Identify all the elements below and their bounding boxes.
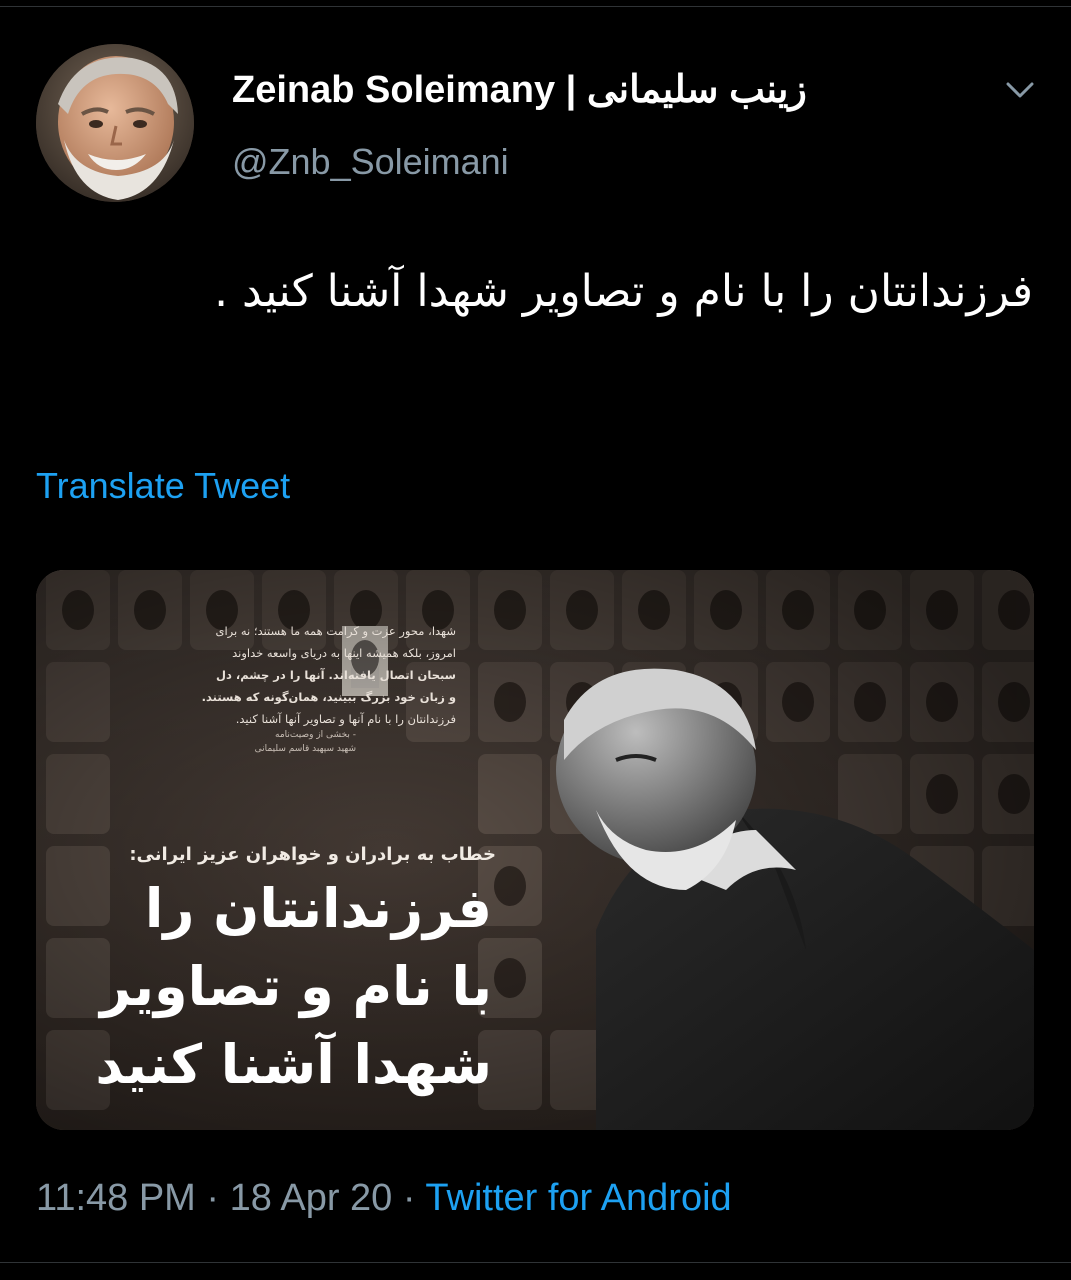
meta-separator: · (402, 1177, 416, 1219)
avatar[interactable] (36, 44, 194, 202)
tweet-media-image[interactable]: شهدا، محور عزت و کرامت همه ما هستند؛ نه … (36, 570, 1034, 1130)
poster-headline-line: با نام و تصاویر (100, 955, 493, 1018)
poster-quote-line: امروز، بلکه همیشه اینها به دریای واسعه خ… (232, 646, 456, 660)
poster-quote-line: شهدا، محور عزت و کرامت همه ما هستند؛ نه … (215, 624, 456, 638)
meta-separator: · (206, 1177, 220, 1219)
top-divider (0, 6, 1071, 7)
poster-quote-line: سبحان اتصال یافته‌اند. آنها را در چشم، د… (216, 668, 456, 682)
tweet-source-link[interactable]: Twitter for Android (425, 1177, 731, 1219)
display-name[interactable]: Zeinab Soleimany | زینب سلیمانی (232, 66, 807, 114)
bottom-divider (0, 1262, 1071, 1263)
tweet-date[interactable]: 18 Apr 20 (230, 1177, 393, 1219)
poster-quote: شهدا، محور عزت و کرامت همه ما هستند؛ نه … (96, 620, 456, 730)
user-handle[interactable]: @Znb_Soleimani (232, 140, 509, 184)
poster-signature-line: شهید سپهبد قاسم سلیمانی (254, 744, 356, 754)
poster-quote-line: فرزندانتان را با نام آنها و تصاویر آنها … (235, 712, 456, 726)
poster-subheadline: خطاب به برادران و خواهران عزیز ایرانی: (129, 844, 496, 865)
poster-headline-line: فرزندانتان را (144, 877, 493, 940)
tweet-time[interactable]: 11:48 PM (36, 1177, 196, 1219)
poster-signature-line: - بخشی از وصیت‌نامه (275, 730, 356, 740)
poster-headline-line: شهدا آشنا کنید (95, 1033, 493, 1096)
tweet-meta: 11:48 PM · 18 Apr 20 · Twitter for Andro… (36, 1172, 732, 1224)
tweet-text: فرزندانتان را با نام و تصاویر شهدا آشنا … (214, 266, 1033, 317)
poster-signature: - بخشی از وصیت‌نامه شهید سپهبد قاسم سلیم… (186, 728, 356, 756)
poster-quote-line: و زبان خود بزرگ ببینید، همان‌گونه که هست… (201, 690, 456, 704)
chevron-down-icon[interactable] (1000, 72, 1040, 108)
translate-tweet-link[interactable]: Translate Tweet (36, 464, 290, 508)
poster-headline: فرزندانتان را با نام و تصاویر شهدا آشنا … (92, 870, 493, 1104)
